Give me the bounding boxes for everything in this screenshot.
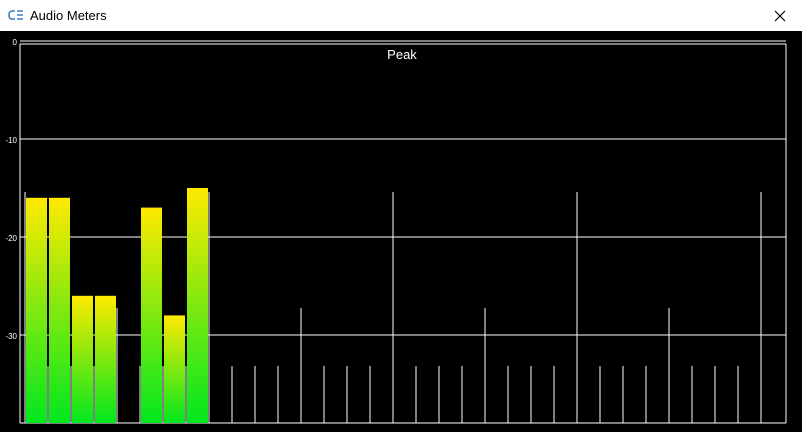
db-tick-label: -20 [5, 234, 17, 243]
channel-level-bar [95, 295, 116, 423]
channel-level-bar [72, 295, 93, 423]
title-bar[interactable]: Audio Meters [0, 0, 802, 32]
audio-meter-panel: 0 -10 -20 -30 Peak [0, 31, 802, 432]
db-tick-label: 0 [13, 38, 18, 47]
meter-canvas: 0 -10 -20 -30 Peak [5, 38, 787, 424]
audio-meter-app-icon [8, 10, 23, 20]
window-title: Audio Meters [30, 8, 107, 23]
close-button[interactable] [758, 0, 802, 31]
channel-level-bar [26, 197, 47, 423]
channel-level-bar [49, 197, 70, 423]
channel-level-bar [187, 188, 208, 423]
close-icon [774, 10, 786, 21]
channel-level-bar [164, 315, 185, 423]
db-tick-label: -30 [5, 332, 17, 341]
db-tick-label: -10 [5, 136, 17, 145]
meter-mode-label: Peak [387, 47, 417, 62]
channel-level-bar [141, 207, 162, 423]
